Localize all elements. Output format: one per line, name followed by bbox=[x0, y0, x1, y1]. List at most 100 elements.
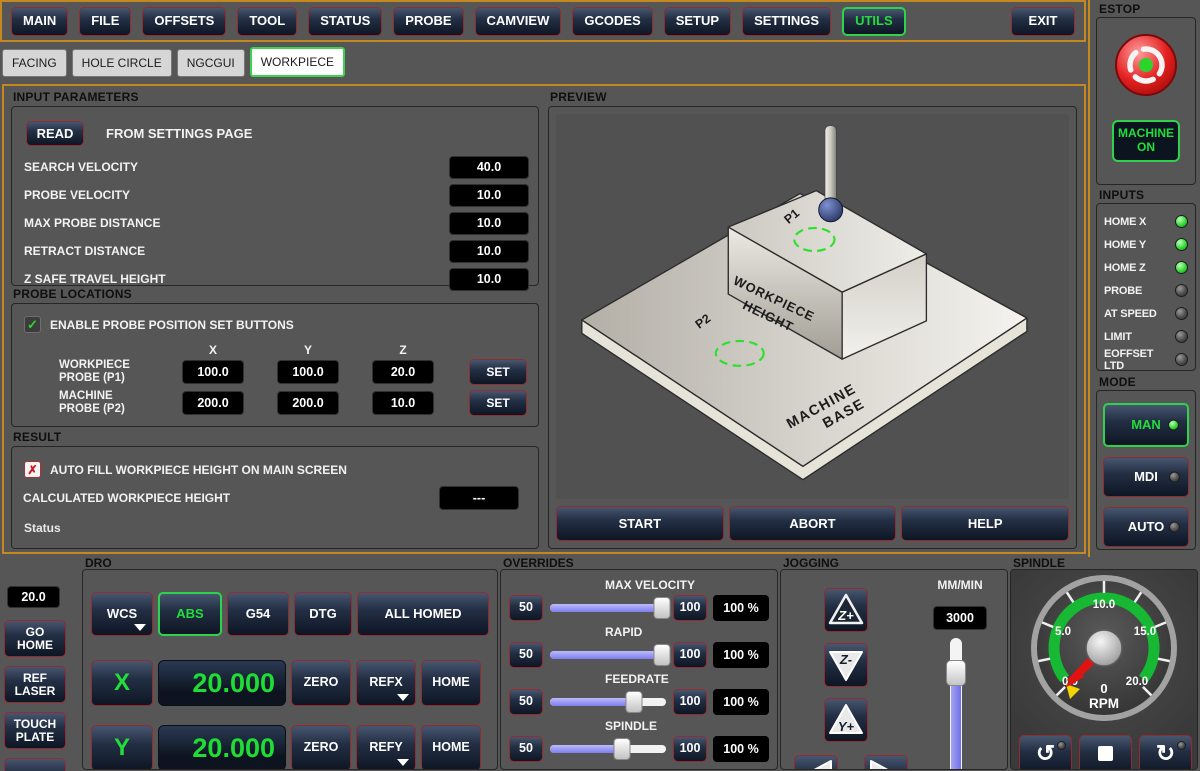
read-button[interactable]: READ bbox=[26, 121, 84, 146]
abort-button[interactable]: ABORT bbox=[729, 506, 897, 541]
jog-x-plus-button[interactable] bbox=[864, 755, 908, 770]
spindle-ovr-slider[interactable] bbox=[549, 736, 667, 762]
jog-z-minus-button[interactable]: Z- bbox=[824, 643, 868, 687]
p2-z-field[interactable]: 10.0 bbox=[372, 391, 434, 415]
spindle-reverse-button[interactable]: ↺ bbox=[1019, 735, 1072, 770]
spindle-ovr-max-button[interactable]: 100 bbox=[673, 736, 707, 762]
man-led bbox=[1168, 420, 1179, 431]
search-velocity-field[interactable]: 40.0 bbox=[449, 156, 529, 179]
ref-laser-button[interactable]: REFLASER bbox=[4, 666, 66, 703]
max-velocity-min-button[interactable]: 50 bbox=[509, 595, 543, 621]
g54-button[interactable]: G54 bbox=[227, 592, 289, 636]
x-ref-button[interactable]: REFX bbox=[356, 660, 416, 706]
menu-camview[interactable]: CAMVIEW bbox=[475, 7, 562, 36]
p1-x-field[interactable]: 100.0 bbox=[182, 360, 244, 384]
jog-rate-field[interactable]: 3000 bbox=[933, 606, 987, 630]
touch-height-field[interactable]: 20.0 bbox=[7, 586, 60, 608]
jog-y-plus-button[interactable]: Y+ bbox=[824, 698, 868, 742]
chevron-down-icon bbox=[397, 759, 409, 766]
feedrate-label: FEEDRATE bbox=[605, 672, 769, 686]
result-group: ✗ AUTO FILL WORKPIECE HEIGHT ON MAIN SCR… bbox=[11, 446, 539, 549]
enable-set-buttons-checkbox[interactable]: ✓ bbox=[24, 316, 41, 333]
menu-main[interactable]: MAIN bbox=[11, 7, 68, 36]
rapid-label: RAPID bbox=[605, 625, 769, 639]
home-y-led bbox=[1175, 238, 1188, 251]
menu-setup[interactable]: SETUP bbox=[664, 7, 731, 36]
y-ref-button[interactable]: REFY bbox=[356, 725, 416, 770]
max-probe-distance-field[interactable]: 10.0 bbox=[449, 212, 529, 235]
jog-rate-slider[interactable] bbox=[945, 638, 967, 770]
dtg-button[interactable]: DTG bbox=[294, 592, 352, 636]
start-button[interactable]: START bbox=[556, 506, 724, 541]
all-homed-button[interactable]: ALL HOMED bbox=[357, 592, 489, 636]
spindle-forward-button[interactable]: ↻ bbox=[1139, 735, 1192, 770]
x-home-button[interactable]: HOME bbox=[421, 660, 481, 706]
jog-z-plus-button[interactable]: Z+ bbox=[824, 588, 868, 632]
probe-velocity-field[interactable]: 10.0 bbox=[449, 184, 529, 207]
mode-auto-button[interactable]: AUTO bbox=[1103, 507, 1189, 547]
p1-set-button[interactable]: SET bbox=[469, 359, 527, 385]
ref-button[interactable]: REF bbox=[4, 758, 66, 771]
calculated-height-field: --- bbox=[439, 486, 519, 510]
feedrate-max-button[interactable]: 100 bbox=[673, 689, 707, 715]
menu-probe[interactable]: PROBE bbox=[393, 7, 463, 36]
max-velocity-max-button[interactable]: 100 bbox=[673, 595, 707, 621]
x-axis-button[interactable]: X bbox=[91, 660, 153, 706]
param-label: Z SAFE TRAVEL HEIGHT bbox=[24, 272, 166, 286]
spindle-stop-button[interactable] bbox=[1079, 735, 1132, 770]
menu-file[interactable]: FILE bbox=[79, 7, 131, 36]
machine-on-button[interactable]: MACHINE ON bbox=[1112, 120, 1180, 162]
y-axis-button[interactable]: Y bbox=[91, 725, 153, 770]
jog-x-minus-button[interactable] bbox=[794, 755, 838, 770]
estop-button[interactable] bbox=[1113, 32, 1179, 98]
p1-y-field[interactable]: 100.0 bbox=[277, 360, 339, 384]
auto-fill-checkbox[interactable]: ✗ bbox=[24, 461, 41, 478]
x-zero-button[interactable]: ZERO bbox=[291, 660, 351, 706]
param-row: RETRACT DISTANCE 10.0 bbox=[24, 237, 529, 265]
p1-z-field[interactable]: 20.0 bbox=[372, 360, 434, 384]
y-zero-button[interactable]: ZERO bbox=[291, 725, 351, 770]
auto-led bbox=[1169, 522, 1180, 533]
param-row: SEARCH VELOCITY 40.0 bbox=[24, 153, 529, 181]
inputs-title: INPUTS bbox=[1099, 188, 1196, 202]
rapid-max-button[interactable]: 100 bbox=[673, 642, 707, 668]
tab-ngcgui[interactable]: NGCGUI bbox=[177, 49, 245, 77]
tab-facing[interactable]: FACING bbox=[2, 49, 67, 77]
go-home-button[interactable]: GOHOME bbox=[4, 620, 66, 657]
rapid-slider[interactable] bbox=[549, 642, 667, 668]
svg-text:15.0: 15.0 bbox=[1134, 626, 1156, 638]
menu-tool[interactable]: TOOL bbox=[237, 7, 297, 36]
menu-status[interactable]: STATUS bbox=[308, 7, 382, 36]
tab-hole-circle[interactable]: HOLE CIRCLE bbox=[72, 49, 172, 77]
retract-distance-field[interactable]: 10.0 bbox=[449, 240, 529, 263]
exit-button[interactable]: EXIT bbox=[1011, 7, 1075, 36]
feedrate-row: 50 100 100 % bbox=[509, 688, 769, 715]
input-column: INPUT PARAMETERS READ FROM SETTINGS PAGE… bbox=[11, 89, 539, 549]
menu-gcodes[interactable]: GCODES bbox=[572, 7, 652, 36]
feedrate-min-button[interactable]: 50 bbox=[509, 689, 543, 715]
help-button[interactable]: HELP bbox=[901, 506, 1069, 541]
enable-set-buttons-label: ENABLE PROBE POSITION SET BUTTONS bbox=[50, 318, 294, 332]
home-z-led bbox=[1175, 261, 1188, 274]
abs-button[interactable]: ABS bbox=[158, 592, 222, 636]
z-safe-travel-field[interactable]: 10.0 bbox=[449, 268, 529, 291]
menu-settings[interactable]: SETTINGS bbox=[742, 7, 831, 36]
machine-probe-row: MACHINE PROBE (P2) 200.0 200.0 10.0 SET bbox=[21, 390, 529, 416]
input-row: HOME Z bbox=[1104, 256, 1188, 279]
bottom-left-column: 20.0 GOHOME REFLASER TOUCHPLATE REF bbox=[4, 586, 66, 771]
y-home-button[interactable]: HOME bbox=[421, 725, 481, 770]
max-velocity-slider[interactable] bbox=[549, 595, 667, 621]
tab-workpiece[interactable]: WORKPIECE bbox=[250, 47, 345, 77]
mode-man-button[interactable]: MAN bbox=[1103, 403, 1189, 447]
p2-set-button[interactable]: SET bbox=[469, 390, 527, 416]
wcs-button[interactable]: WCS bbox=[91, 592, 153, 636]
p2-x-field[interactable]: 200.0 bbox=[182, 391, 244, 415]
menu-offsets[interactable]: OFFSETS bbox=[142, 7, 226, 36]
spindle-ovr-min-button[interactable]: 50 bbox=[509, 736, 543, 762]
rapid-min-button[interactable]: 50 bbox=[509, 642, 543, 668]
mode-mdi-button[interactable]: MDI bbox=[1103, 457, 1189, 497]
menu-utils[interactable]: UTILS bbox=[842, 7, 906, 36]
p2-y-field[interactable]: 200.0 bbox=[277, 391, 339, 415]
feedrate-slider[interactable] bbox=[549, 689, 667, 715]
touch-plate-button[interactable]: TOUCHPLATE bbox=[4, 712, 66, 749]
